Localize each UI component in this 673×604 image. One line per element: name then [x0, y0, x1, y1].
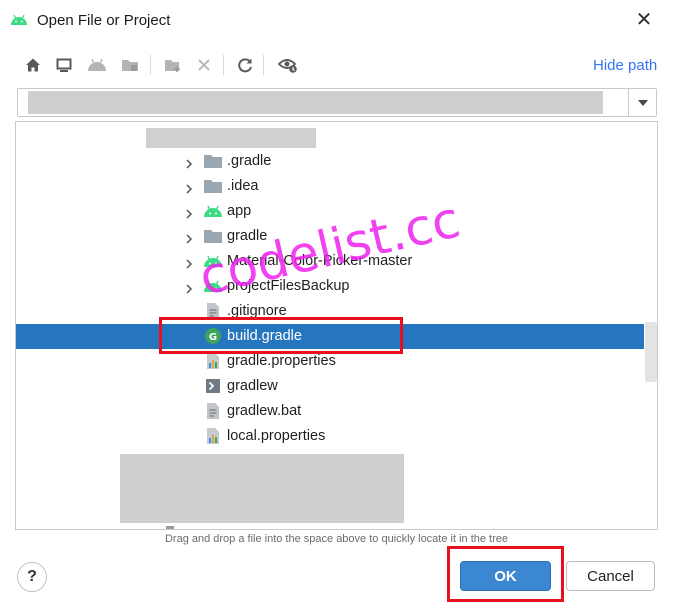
- android-module-icon: [203, 277, 223, 295]
- tree-item-label: local.properties: [227, 428, 326, 444]
- tree-row[interactable]: gradle.properties: [16, 349, 644, 374]
- android-project-icon: [88, 58, 106, 71]
- tree-item-label: projectFilesBackup: [227, 278, 350, 294]
- dialog-title: Open File or Project: [37, 12, 171, 29]
- desktop-icon: [56, 58, 72, 72]
- android-module-icon: [203, 202, 223, 220]
- show-hidden-icon: [278, 59, 297, 73]
- tree-scrollbar[interactable]: [645, 322, 657, 382]
- refresh-icon: [238, 58, 252, 73]
- tree-item-label: .gradle: [227, 153, 272, 169]
- chevron-right-icon[interactable]: [184, 256, 194, 269]
- tree-item-label: gradle: [227, 228, 268, 244]
- tree-row[interactable]: local.properties: [16, 424, 644, 449]
- tree-item-label: .idea: [227, 178, 259, 194]
- toolbar-separator: [150, 55, 151, 75]
- toolbar: Hide path: [20, 52, 660, 80]
- chevron-right-icon[interactable]: [184, 231, 194, 244]
- gradle-file-icon: G: [203, 327, 223, 345]
- chevron-right-icon[interactable]: [184, 181, 194, 194]
- android-icon: [11, 14, 27, 25]
- toolbar-separator: [223, 55, 224, 75]
- properties-file-icon: [203, 427, 223, 445]
- delete-button[interactable]: [191, 52, 217, 78]
- tree-row[interactable]: .gitignore: [16, 299, 644, 324]
- tree-item-label: Material-Color-Picker-master: [227, 253, 413, 269]
- new-folder-icon: [165, 60, 180, 72]
- close-button[interactable]: ✕: [630, 6, 658, 34]
- hide-path-link[interactable]: Hide path: [593, 57, 657, 74]
- android-module-icon: [203, 252, 223, 270]
- cancel-button[interactable]: Cancel: [566, 561, 655, 591]
- title-bar: Open File or Project ✕: [0, 0, 673, 42]
- chevron-down-icon: [638, 99, 648, 106]
- chevron-right-icon[interactable]: [184, 281, 194, 294]
- text-file-icon: [203, 302, 223, 320]
- help-icon: ?: [27, 568, 37, 585]
- tree-item-label: gradlew.bat: [227, 403, 302, 419]
- help-button[interactable]: ?: [17, 562, 47, 592]
- folder-icon: [203, 177, 223, 195]
- tree-redaction: [120, 454, 404, 523]
- tree-item-label: build.gradle: [227, 328, 302, 344]
- chevron-right-icon[interactable]: [184, 206, 194, 219]
- svg-text:G: G: [209, 332, 217, 343]
- toolbar-separator: [263, 55, 264, 75]
- tree-item-label: app: [227, 203, 252, 219]
- android-project-button[interactable]: [84, 52, 110, 78]
- path-input[interactable]: [21, 89, 599, 116]
- home-icon: [26, 58, 40, 72]
- tree-row[interactable]: gradlew.bat: [16, 399, 644, 424]
- module-icon: [122, 60, 138, 71]
- path-combobox: [17, 88, 657, 117]
- root-node-redaction: [146, 128, 316, 148]
- close-icon: ✕: [635, 9, 653, 31]
- folder-icon: [203, 152, 223, 170]
- file-tree[interactable]: .gradle .idea app gradle Material-Color-Pick…: [15, 121, 658, 530]
- path-dropdown-button[interactable]: [629, 89, 657, 116]
- tree-row[interactable]: .idea: [16, 174, 644, 199]
- partial-item: [166, 526, 174, 529]
- tree-row[interactable]: projectFilesBackup: [16, 274, 644, 299]
- chevron-right-icon[interactable]: [184, 156, 194, 169]
- new-folder-button[interactable]: [160, 52, 186, 78]
- show-hidden-button[interactable]: [275, 52, 301, 78]
- module-button[interactable]: [117, 52, 143, 78]
- tree-item-label: .gitignore: [227, 303, 287, 319]
- script-file-icon: [203, 377, 223, 395]
- home-button[interactable]: [20, 52, 46, 78]
- drag-drop-hint: Drag and drop a file into the space abov…: [164, 533, 509, 545]
- tree-row[interactable]: gradle: [16, 224, 644, 249]
- tree-row[interactable]: gradlew: [16, 374, 644, 399]
- tree-row[interactable]: Gbuild.gradle: [16, 324, 644, 349]
- ok-button[interactable]: OK: [460, 561, 551, 591]
- tree-row[interactable]: .gradle: [16, 149, 644, 174]
- folder-icon: [203, 227, 223, 245]
- desktop-button[interactable]: [51, 52, 77, 78]
- tree-row[interactable]: Material-Color-Picker-master: [16, 249, 644, 274]
- tree-item-label: gradlew: [227, 378, 278, 394]
- delete-icon: [198, 59, 210, 71]
- text-file-icon: [203, 402, 223, 420]
- tree-row[interactable]: app: [16, 199, 644, 224]
- properties-file-icon: [203, 352, 223, 370]
- refresh-button[interactable]: [232, 52, 258, 78]
- tree-item-label: gradle.properties: [227, 353, 336, 369]
